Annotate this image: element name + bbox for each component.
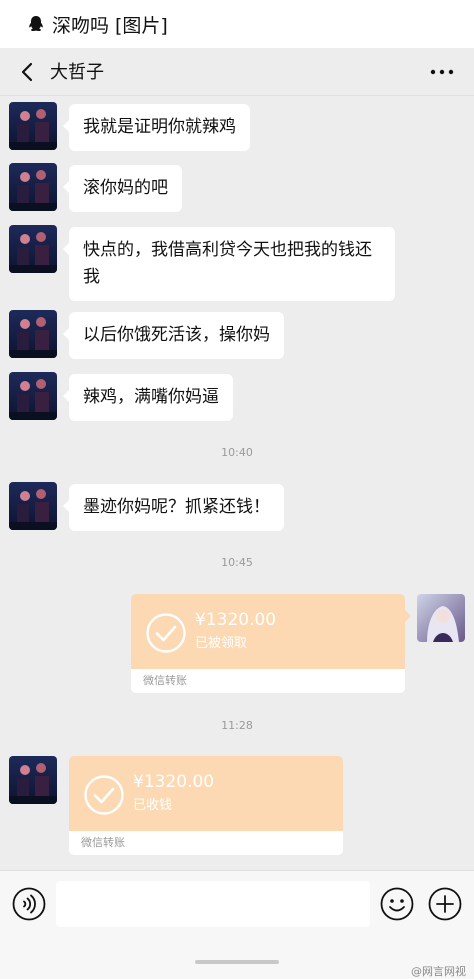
notification-banner[interactable]: 深吻吗 [图片]	[0, 0, 474, 48]
check-circle-icon	[84, 775, 124, 815]
notification-sender: 深吻吗	[52, 14, 110, 37]
transfer-amount: ¥1320.00	[133, 772, 215, 792]
transfer-footer: 微信转账	[69, 831, 343, 855]
transfer-footer: 微信转账	[131, 669, 405, 693]
home-indicator	[195, 960, 279, 964]
timestamp: 11:28	[221, 719, 253, 732]
chat-title: 大哲子	[50, 62, 104, 83]
input-bar: @网言网视	[0, 870, 474, 979]
contact-avatar[interactable]	[9, 163, 57, 211]
transfer-amount: ¥1320.00	[195, 610, 277, 630]
contact-avatar[interactable]	[9, 310, 57, 358]
more-icon[interactable]	[428, 60, 456, 84]
back-arrow-icon[interactable]	[16, 60, 40, 84]
my-avatar[interactable]	[417, 594, 465, 642]
voice-icon[interactable]	[12, 887, 46, 921]
transfer-status: 已收钱	[133, 798, 173, 813]
bubble-tail	[405, 610, 411, 622]
message-input[interactable]	[56, 881, 370, 927]
emoji-icon[interactable]	[380, 887, 414, 921]
message-bubble[interactable]: 墨迹你妈呢？抓紧还钱！	[63, 484, 284, 531]
message-bubble[interactable]: 快点的，我借高利贷今天也把我的钱还我	[63, 227, 395, 301]
plus-icon[interactable]	[428, 887, 462, 921]
contact-avatar[interactable]	[9, 102, 57, 150]
contact-avatar[interactable]	[9, 756, 57, 804]
timestamp: 10:40	[221, 446, 253, 459]
message-bubble[interactable]: 滚你妈的吧	[63, 165, 182, 212]
transfer-card[interactable]: ¥1320.00 已收钱 微信转账	[69, 756, 343, 855]
transfer-card[interactable]: ¥1320.00 已被领取 微信转账	[131, 594, 411, 693]
timestamp: 10:45	[221, 556, 253, 569]
contact-avatar[interactable]	[9, 225, 57, 273]
qq-icon	[29, 16, 43, 32]
transfer-status: 已被领取	[195, 636, 248, 651]
message-bubble[interactable]: 辣鸡，满嘴你妈逼	[63, 374, 233, 421]
contact-avatar[interactable]	[9, 482, 57, 530]
watermark: @网言网视	[411, 965, 466, 978]
chat-header: 大哲子	[0, 48, 474, 96]
contact-avatar[interactable]	[9, 372, 57, 420]
check-circle-icon	[146, 613, 186, 653]
message-bubble[interactable]: 我就是证明你就辣鸡	[63, 104, 250, 151]
notification-content: [图片]	[115, 14, 168, 37]
message-bubble[interactable]: 以后你饿死活该，操你妈	[63, 312, 284, 359]
